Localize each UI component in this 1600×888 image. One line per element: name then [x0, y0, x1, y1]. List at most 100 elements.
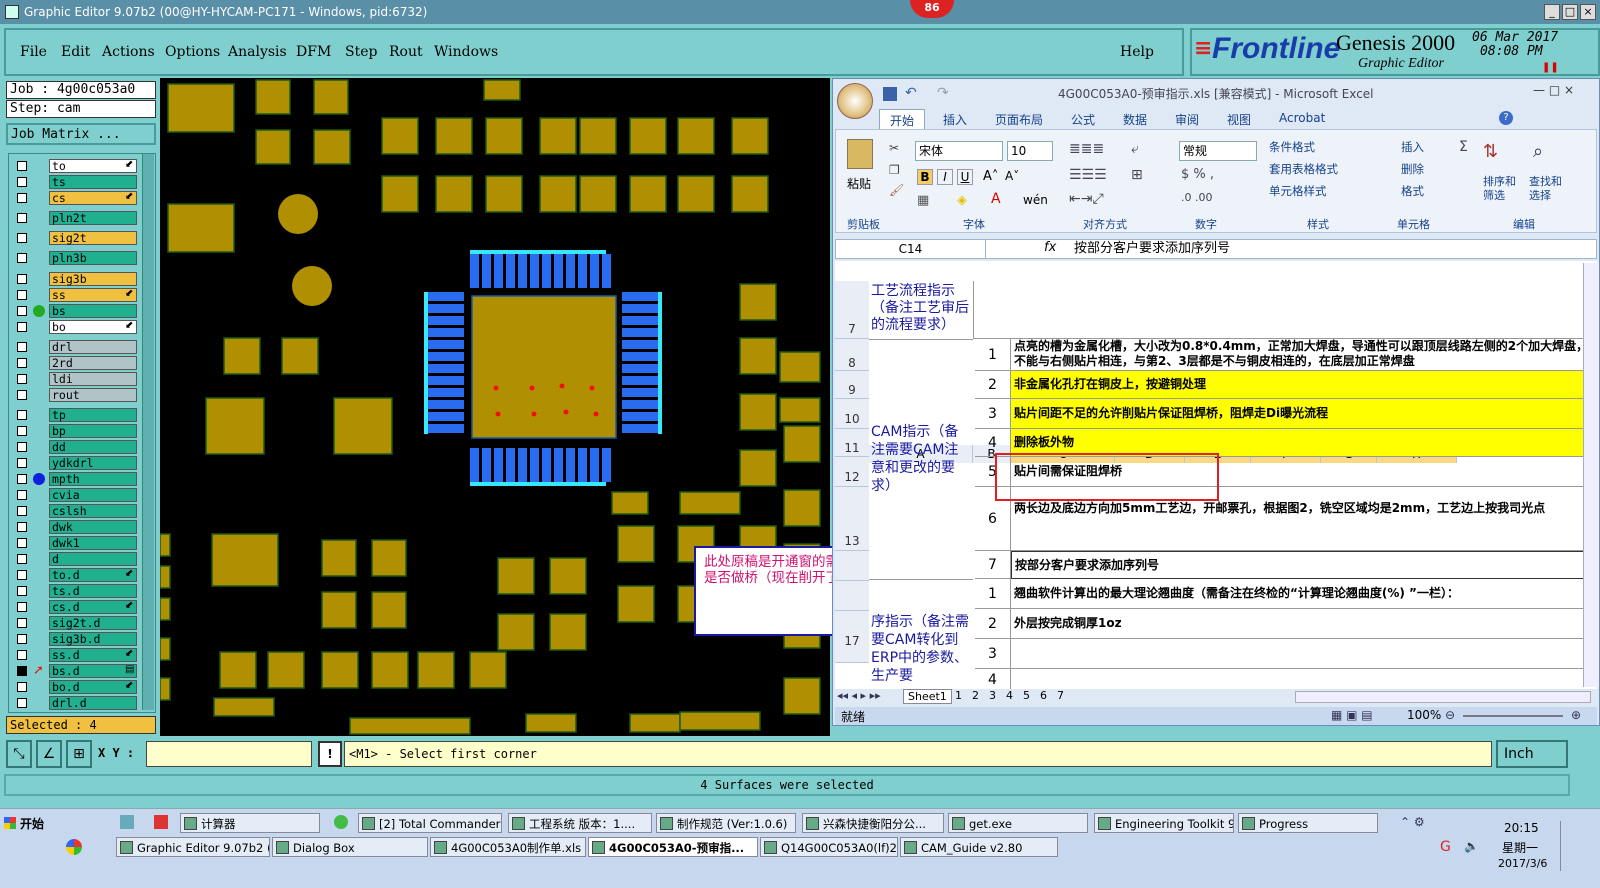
layer-row[interactable]: cs ⬋	[13, 191, 143, 205]
layer-name[interactable]: sig2t.d	[49, 616, 137, 630]
taskbar-button[interactable]: 工程系统 版本：1....	[508, 813, 652, 833]
sheet-tab[interactable]: 3	[989, 689, 996, 702]
layer-checkbox[interactable]	[17, 290, 27, 300]
layer-name[interactable]: ss	[49, 288, 137, 302]
font-color-icon[interactable]: A	[991, 191, 1001, 207]
vertical-scrollbar[interactable]	[1583, 263, 1599, 687]
ie-icon[interactable]	[334, 815, 348, 829]
layer-name[interactable]: bp	[49, 424, 137, 438]
view-mode-icon[interactable]: ▦ ▣ ▤	[1331, 708, 1373, 722]
layer-checkbox[interactable]	[17, 410, 27, 420]
fill-color-icon[interactable]: ◈	[957, 193, 967, 208]
quicklaunch-icon[interactable]	[66, 839, 82, 855]
layer-row[interactable]: ➚ bs.d ▤	[13, 663, 143, 678]
name-box[interactable]: C14	[836, 240, 986, 258]
save-icon[interactable]	[883, 87, 897, 101]
layer-row[interactable]: bo.d ⬋	[13, 680, 143, 694]
layer-name[interactable]: pln3b	[49, 251, 137, 265]
layer-checkbox[interactable]	[17, 374, 27, 384]
row-number[interactable]: 8	[835, 339, 869, 371]
layer-checkbox[interactable]	[17, 698, 27, 708]
cell-num[interactable]: 1	[975, 339, 1011, 371]
volume-icon[interactable]: 🔈	[1464, 839, 1479, 853]
layer-name[interactable]: mpth	[49, 472, 137, 486]
layer-checkbox[interactable]	[17, 213, 27, 223]
sheet-grid[interactable]: A B C D E F G H 7 8 9 10 11 12 13 17 工艺流…	[835, 261, 1597, 689]
layer-checkbox[interactable]	[17, 161, 27, 171]
ribbon-tab-review[interactable]: 审阅	[1175, 111, 1199, 128]
layer-checkbox[interactable]	[17, 506, 27, 516]
layer-row[interactable]: sig2t	[13, 231, 143, 245]
pdf-icon[interactable]	[154, 815, 168, 829]
taskbar-button[interactable]: 4G00C053A0制作单.xls ...	[430, 837, 586, 857]
taskbar-button[interactable]: 制作规范 (Ver:1.0.6)	[656, 813, 796, 833]
layer-row[interactable]: bs	[13, 304, 143, 318]
label-cam-instructions[interactable]: CAM指示（备注需要CAM注意和更改的要求）	[871, 423, 971, 495]
cell-text[interactable]: 点亮的槽为金属化槽，大小改为0.8*0.4mm，正常加大焊盘，导通性可以跟顶层线…	[1011, 339, 1597, 371]
ribbon-tab-formulas[interactable]: 公式	[1071, 111, 1095, 128]
bold-button[interactable]: B	[917, 169, 933, 185]
close-button[interactable]: ×	[1580, 4, 1596, 20]
layer-name[interactable]: cs	[49, 191, 137, 205]
layer-name[interactable]: dwk	[49, 520, 137, 534]
sort-filter-icon[interactable]: ⇅	[1483, 141, 1498, 162]
units-select[interactable]: Inch	[1496, 740, 1568, 768]
office-button[interactable]	[837, 83, 873, 119]
layer-checkbox[interactable]	[17, 233, 27, 243]
find-select-icon[interactable]: ⌕	[1533, 141, 1543, 162]
layer-name[interactable]: cvia	[49, 488, 137, 502]
font-name-select[interactable]: 宋体	[915, 141, 1003, 161]
underline-button[interactable]: U	[957, 169, 973, 185]
sheet-tab[interactable]: 1	[955, 689, 962, 702]
maximize-button[interactable]: □	[1562, 4, 1578, 20]
tray-icon[interactable]: ⌃ ⚙	[1400, 815, 1425, 829]
menu-dfm[interactable]: DFM	[296, 44, 331, 60]
layer-name[interactable]: cs.d	[49, 600, 137, 614]
phonetic-icon[interactable]: wén	[1023, 193, 1048, 207]
ribbon-tab-acrobat[interactable]: Acrobat	[1279, 111, 1325, 125]
layer-name[interactable]: 2rd	[49, 356, 137, 370]
cell-text[interactable]: 非金属化孔打在铜皮上，按避铜处理	[1011, 371, 1597, 399]
align-top-icon[interactable]: ≣≣≣	[1069, 141, 1104, 157]
tray-icon[interactable]: G	[1440, 839, 1451, 855]
layer-row[interactable]: d	[13, 552, 143, 566]
currency-icon[interactable]: $ % ,	[1181, 167, 1214, 182]
redo-icon[interactable]: ↷	[937, 85, 949, 101]
border-icon[interactable]: ▦	[917, 193, 929, 208]
layer-checkbox[interactable]	[17, 342, 27, 352]
layer-name[interactable]: bo.d	[49, 680, 137, 694]
cell-num[interactable]: 2	[975, 609, 1011, 639]
ribbon-tab-view[interactable]: 视图	[1227, 111, 1251, 128]
layer-row[interactable]: sig3b.d	[13, 632, 143, 646]
format-cells-button[interactable]: 格式	[1401, 183, 1424, 199]
label-process-flow[interactable]: 工艺流程指示（备注工艺审后的流程要求）	[871, 283, 971, 334]
delete-cells-button[interactable]: 删除	[1401, 161, 1424, 177]
zoom-window-icon[interactable]: ⤡	[6, 740, 32, 768]
quicklaunch-icon[interactable]	[120, 815, 134, 829]
menu-step[interactable]: Step	[345, 44, 377, 60]
layer-checkbox[interactable]	[17, 538, 27, 548]
cell-num[interactable]: 7	[975, 551, 1011, 579]
layer-name[interactable]: rout	[49, 388, 137, 402]
layer-checkbox[interactable]	[17, 570, 27, 580]
layer-checkbox[interactable]	[17, 634, 27, 644]
cell-num[interactable]: 4	[975, 669, 1011, 689]
sheet-tab[interactable]: 5	[1023, 689, 1030, 702]
taskbar-button[interactable]: get.exe	[948, 813, 1088, 833]
layer-checkbox[interactable]	[17, 554, 27, 564]
fx-icon[interactable]: fx	[1044, 240, 1056, 255]
layer-checkbox[interactable]	[17, 426, 27, 436]
taskbar-button[interactable]: Q14G00C053A0(lf)2017-...	[760, 837, 898, 857]
sort-filter-button[interactable]: 排序和筛选	[1483, 175, 1523, 203]
layer-checkbox[interactable]	[17, 666, 27, 676]
grow-font-icon[interactable]: A˄	[983, 169, 998, 184]
layer-row[interactable]: ydkdrl	[13, 456, 143, 470]
layer-name[interactable]: d	[49, 552, 137, 566]
layer-name[interactable]: ts.d	[49, 584, 137, 598]
shrink-font-icon[interactable]: A˅	[1005, 169, 1019, 183]
label-program-instructions[interactable]: 序指示（备注需要CAM转化到ERP中的参数、生产要	[871, 613, 971, 685]
layer-row[interactable]: pln2t	[13, 211, 143, 225]
layer-checkbox[interactable]	[17, 193, 27, 203]
cut-icon[interactable]: ✂	[889, 141, 899, 155]
wrap-text-icon[interactable]: ⤶	[1131, 141, 1139, 157]
